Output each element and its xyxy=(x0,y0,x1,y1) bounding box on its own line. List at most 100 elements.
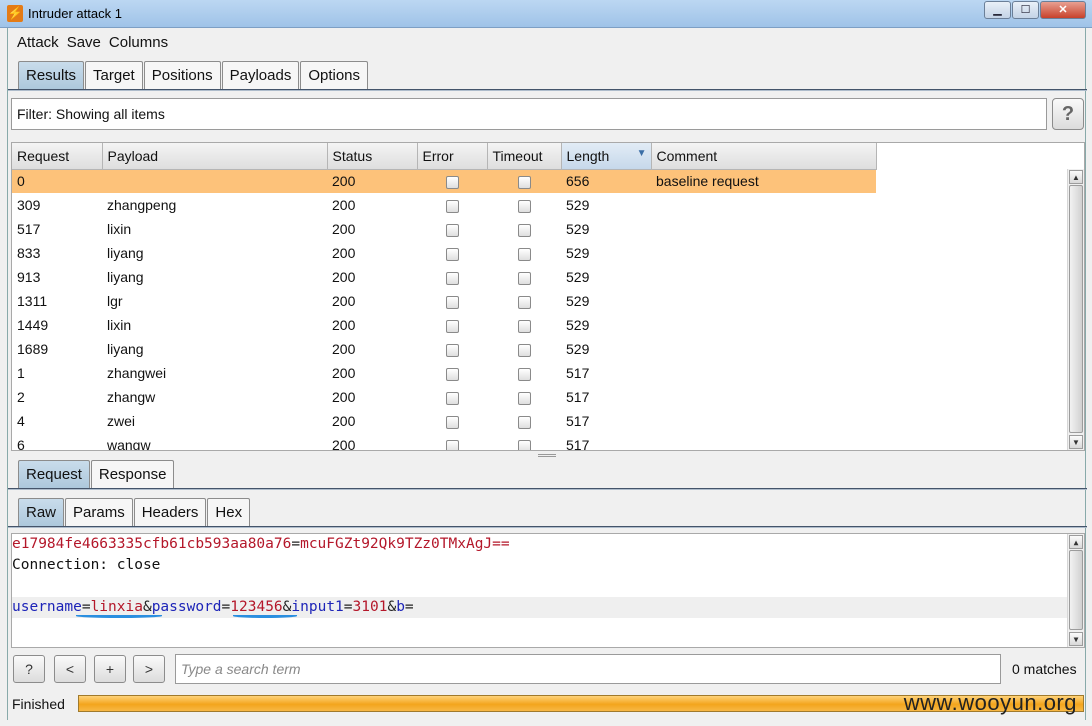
table-row[interactable]: 517 lixin 200 529 xyxy=(12,217,876,241)
cell-timeout[interactable] xyxy=(487,193,561,217)
maximize-button[interactable]: ☐ xyxy=(1012,1,1039,19)
scroll-down-icon[interactable]: ▼ xyxy=(1069,435,1083,449)
scroll-down-icon[interactable]: ▼ xyxy=(1069,632,1083,646)
table-row[interactable]: 913 liyang 200 529 xyxy=(12,265,876,289)
close-button[interactable]: ✕ xyxy=(1040,1,1086,19)
tab-response[interactable]: Response xyxy=(90,460,175,488)
cell-error[interactable] xyxy=(417,361,487,385)
cell-error[interactable] xyxy=(417,169,487,193)
checkbox[interactable] xyxy=(445,176,459,190)
col-timeout[interactable]: Timeout xyxy=(487,143,562,170)
cell-timeout[interactable] xyxy=(487,289,561,313)
tab-target[interactable]: Target xyxy=(85,61,143,89)
col-error[interactable]: Error xyxy=(417,143,488,170)
cell-timeout[interactable] xyxy=(487,361,561,385)
col-status[interactable]: Status xyxy=(327,143,418,170)
table-row[interactable]: 0 200 656 baseline request xyxy=(12,169,876,193)
tab-options[interactable]: Options xyxy=(300,61,369,89)
search-help-button[interactable]: ? xyxy=(13,655,45,683)
search-input[interactable]: Type a search term xyxy=(175,654,1001,684)
col-comment[interactable]: Comment xyxy=(651,143,877,170)
checkbox[interactable] xyxy=(517,247,531,261)
table-row[interactable]: 4 zwei 200 517 xyxy=(12,409,876,433)
add-button[interactable]: + xyxy=(94,655,126,683)
tab-params[interactable]: Params xyxy=(65,498,133,526)
col-length[interactable]: Length ▼ xyxy=(561,143,652,170)
split-handle[interactable] xyxy=(538,454,556,457)
tab-raw[interactable]: Raw xyxy=(18,498,65,526)
cell-error[interactable] xyxy=(417,193,487,217)
checkbox[interactable] xyxy=(517,199,531,213)
checkbox[interactable] xyxy=(517,319,531,333)
cell-timeout[interactable] xyxy=(487,241,561,265)
scroll-up-icon[interactable]: ▲ xyxy=(1069,170,1083,184)
table-row[interactable]: 1 zhangwei 200 517 xyxy=(12,361,876,385)
checkbox[interactable] xyxy=(445,415,459,429)
table-row[interactable]: 833 liyang 200 529 xyxy=(12,241,876,265)
cell-error[interactable] xyxy=(417,313,487,337)
menu-save[interactable]: Save xyxy=(63,32,105,54)
filter-bar[interactable]: Filter: Showing all items xyxy=(11,98,1047,130)
cell-timeout[interactable] xyxy=(487,313,561,337)
cell-timeout[interactable] xyxy=(487,169,561,193)
cell-timeout[interactable] xyxy=(487,409,561,433)
checkbox[interactable] xyxy=(445,343,459,357)
checkbox[interactable] xyxy=(445,223,459,237)
raw-request-editor[interactable]: e17984fe4663335cfb61cb593aa80a76=mcuFGZt… xyxy=(11,533,1085,648)
cell-timeout[interactable] xyxy=(487,217,561,241)
col-request[interactable]: Request xyxy=(12,143,103,170)
editor-scrollbar[interactable]: ▲ ▼ xyxy=(1067,534,1084,647)
checkbox[interactable] xyxy=(517,439,531,450)
cell-error[interactable] xyxy=(417,217,487,241)
tab-headers[interactable]: Headers xyxy=(133,498,207,526)
minimize-button[interactable]: ▁ xyxy=(984,1,1011,19)
cell-error[interactable] xyxy=(417,409,487,433)
cell-timeout[interactable] xyxy=(487,265,561,289)
cell-error[interactable] xyxy=(417,265,487,289)
filter-help-button[interactable]: ? xyxy=(1052,98,1084,130)
tab-payloads[interactable]: Payloads xyxy=(221,61,300,89)
scroll-up-icon[interactable]: ▲ xyxy=(1069,535,1083,549)
checkbox[interactable] xyxy=(517,295,531,309)
table-scrollbar[interactable]: ▲ ▼ xyxy=(1067,169,1084,450)
cell-error[interactable] xyxy=(417,241,487,265)
checkbox[interactable] xyxy=(517,391,531,405)
tab-results[interactable]: Results xyxy=(18,61,85,89)
table-row[interactable]: 6 wangw 200 517 xyxy=(12,433,876,450)
cell-error[interactable] xyxy=(417,385,487,409)
menu-attack[interactable]: Attack xyxy=(8,32,63,54)
cell-error[interactable] xyxy=(417,433,487,450)
table-row[interactable]: 1311 lgr 200 529 xyxy=(12,289,876,313)
checkbox[interactable] xyxy=(445,439,459,450)
checkbox[interactable] xyxy=(517,271,531,285)
checkbox[interactable] xyxy=(445,391,459,405)
tab-request[interactable]: Request xyxy=(18,460,90,488)
table-row[interactable]: 1449 lixin 200 529 xyxy=(12,313,876,337)
checkbox[interactable] xyxy=(517,176,531,190)
cell-error[interactable] xyxy=(417,337,487,361)
checkbox[interactable] xyxy=(517,223,531,237)
cell-error[interactable] xyxy=(417,289,487,313)
table-row[interactable]: 2 zhangw 200 517 xyxy=(12,385,876,409)
menu-columns[interactable]: Columns xyxy=(105,32,172,54)
previous-match-button[interactable]: < xyxy=(54,655,86,683)
checkbox[interactable] xyxy=(445,199,459,213)
checkbox[interactable] xyxy=(445,271,459,285)
scroll-thumb[interactable] xyxy=(1069,550,1083,630)
tab-hex[interactable]: Hex xyxy=(207,498,251,526)
checkbox[interactable] xyxy=(445,247,459,261)
checkbox[interactable] xyxy=(445,319,459,333)
col-payload[interactable]: Payload xyxy=(102,143,328,170)
cell-timeout[interactable] xyxy=(487,337,561,361)
checkbox[interactable] xyxy=(445,367,459,381)
table-row[interactable]: 309 zhangpeng 200 529 xyxy=(12,193,876,217)
tab-positions[interactable]: Positions xyxy=(143,61,221,89)
cell-timeout[interactable] xyxy=(487,433,561,450)
scroll-thumb[interactable] xyxy=(1069,185,1083,433)
next-match-button[interactable]: > xyxy=(133,655,165,683)
cell-timeout[interactable] xyxy=(487,385,561,409)
checkbox[interactable] xyxy=(445,295,459,309)
checkbox[interactable] xyxy=(517,415,531,429)
checkbox[interactable] xyxy=(517,367,531,381)
checkbox[interactable] xyxy=(517,343,531,357)
